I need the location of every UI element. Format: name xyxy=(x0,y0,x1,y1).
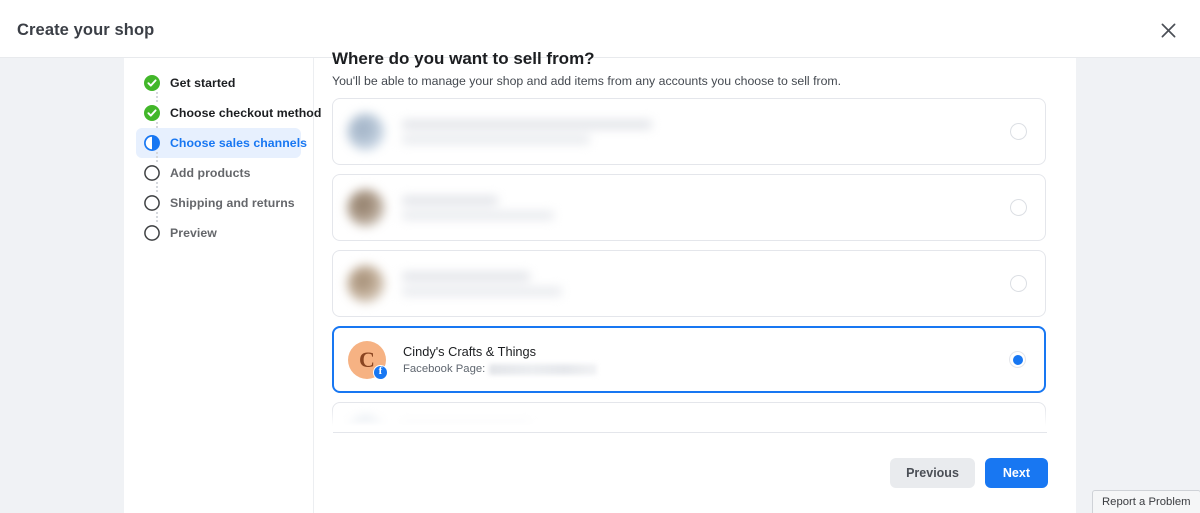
wizard-panel: Get started Choose checkout method Choose … xyxy=(124,49,1076,513)
section-subtitle: You'll be able to manage your shop and a… xyxy=(332,74,842,88)
account-card-selected[interactable]: Cf Cindy's Crafts & Things Facebook Page: xyxy=(332,326,1046,393)
account-card[interactable] xyxy=(332,174,1046,241)
previous-button[interactable]: Previous xyxy=(890,458,975,488)
sidebar-step-choose-checkout-method[interactable]: Choose checkout method xyxy=(136,98,321,128)
check-circle-icon xyxy=(144,105,160,121)
empty-circle-icon xyxy=(144,165,160,181)
avatar: Cf xyxy=(348,340,388,380)
content-header: Where do you want to sell from? You'll b… xyxy=(332,48,1076,89)
redacted-account-content xyxy=(347,264,1010,303)
account-meta: Facebook Page: xyxy=(403,362,1009,377)
sidebar-step-preview[interactable]: Preview xyxy=(136,218,301,248)
redacted-text xyxy=(402,271,1010,296)
report-a-problem-button[interactable]: Report a Problem xyxy=(1092,490,1200,513)
sidebar-divider xyxy=(313,58,314,513)
radio-unselected[interactable] xyxy=(1010,275,1027,292)
redacted-text xyxy=(402,195,1010,220)
create-shop-dialog: Create your shop Get started Choose check… xyxy=(0,0,1200,513)
radio-selected[interactable] xyxy=(1009,351,1026,368)
check-circle-icon xyxy=(144,75,160,91)
account-meta-label: Facebook Page: xyxy=(403,362,486,375)
sidebar-step-label: Choose checkout method xyxy=(170,106,322,120)
account-info: Cindy's Crafts & Things Facebook Page: xyxy=(403,343,1009,377)
account-name: Cindy's Crafts & Things xyxy=(403,343,537,359)
page-title: Create your shop xyxy=(17,21,155,39)
empty-circle-icon xyxy=(144,225,160,241)
sidebar-step-shipping-and-returns[interactable]: Shipping and returns xyxy=(136,188,301,218)
radio-unselected[interactable] xyxy=(1010,123,1027,140)
redacted-account-content xyxy=(347,188,1010,227)
sidebar-step-label: Shipping and returns xyxy=(170,196,295,210)
sidebar-step-label: Preview xyxy=(170,226,217,240)
avatar xyxy=(347,264,385,303)
close-icon[interactable] xyxy=(1156,18,1180,42)
sidebar-step-add-products[interactable]: Add products xyxy=(136,158,301,188)
wizard-content: Where do you want to sell from? You'll b… xyxy=(332,49,1076,513)
facebook-badge-icon: f xyxy=(373,364,388,380)
redacted-text xyxy=(402,119,1010,144)
redacted-account-content xyxy=(347,112,1010,151)
next-button[interactable]: Next xyxy=(984,458,1048,488)
sidebar-step-label: Get started xyxy=(170,76,236,90)
sidebar-step-choose-sales-channels[interactable]: Choose sales channels xyxy=(136,128,307,158)
sidebar-step-get-started[interactable]: Get started xyxy=(136,68,301,98)
avatar-initial: C xyxy=(359,346,375,372)
account-list[interactable]: Cf Cindy's Crafts & Things Facebook Page: xyxy=(332,98,1048,433)
list-bottom-rule xyxy=(333,432,1047,433)
account-card[interactable] xyxy=(332,250,1046,317)
empty-circle-icon xyxy=(144,195,160,211)
wizard-footer: Previous Next xyxy=(890,458,1048,488)
half-circle-icon xyxy=(144,135,160,151)
avatar xyxy=(347,188,385,227)
section-title: Where do you want to sell from? xyxy=(332,49,595,68)
account-card[interactable] xyxy=(332,98,1046,165)
sidebar-step-label: Choose sales channels xyxy=(170,136,308,150)
redacted-page-name xyxy=(489,363,598,375)
sidebar-step-label: Add products xyxy=(170,166,251,180)
avatar xyxy=(347,112,385,151)
list-fade-overlay xyxy=(332,407,1048,433)
radio-unselected[interactable] xyxy=(1010,199,1027,216)
